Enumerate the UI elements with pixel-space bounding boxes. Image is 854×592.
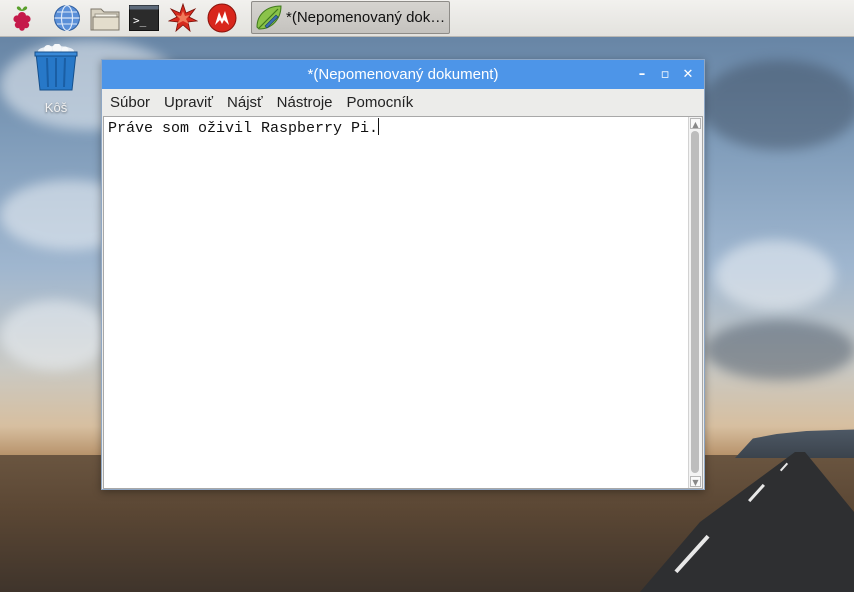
- menu-help[interactable]: Pomocník: [340, 94, 421, 111]
- taskbar-task-label: *(Nepomenovaný dok…: [286, 9, 446, 26]
- menubar: Súbor Upraviť Nájsť Nástroje Pomocník: [102, 89, 704, 116]
- text-editor-window: *(Nepomenovaný dokument) – ▫ ✕ Súbor Upr…: [101, 59, 705, 490]
- taskbar-task-text-editor[interactable]: *(Nepomenovaný dok…: [251, 1, 450, 34]
- desktop-trash-label: Kôš: [44, 100, 68, 115]
- vertical-scrollbar[interactable]: ▲ ▼: [688, 117, 702, 488]
- scroll-down-icon[interactable]: ▼: [690, 476, 701, 487]
- wolfram-icon[interactable]: [207, 3, 237, 33]
- menu-tools[interactable]: Nástroje: [270, 94, 340, 111]
- menu-edit[interactable]: Upraviť: [157, 94, 220, 111]
- raspberry-icon[interactable]: [7, 3, 37, 33]
- menu-find[interactable]: Nájsť: [220, 94, 270, 111]
- file-manager-icon[interactable]: [90, 3, 120, 33]
- window-title: *(Nepomenovaný dokument): [307, 66, 499, 83]
- menu-file[interactable]: Súbor: [102, 94, 157, 111]
- scroll-up-icon[interactable]: ▲: [690, 118, 701, 129]
- web-browser-icon[interactable]: [52, 3, 82, 33]
- taskbar: >_ *(Nepomenovaný dok…: [0, 0, 854, 37]
- text-caret: [378, 118, 380, 135]
- desktop-trash[interactable]: Kôš: [28, 43, 84, 115]
- mathematica-icon[interactable]: [168, 3, 198, 33]
- text-editor-leaf-icon: [254, 3, 284, 33]
- scrollbar-thumb[interactable]: [691, 131, 699, 473]
- editor-content-text: Práve som oživil Raspberry Pi.: [108, 120, 379, 137]
- terminal-icon[interactable]: >_: [129, 3, 159, 33]
- minimize-button[interactable]: –: [632, 65, 652, 85]
- svg-text:>_: >_: [133, 14, 147, 27]
- window-titlebar[interactable]: *(Nepomenovaný dokument) – ▫ ✕: [102, 60, 704, 89]
- close-button[interactable]: ✕: [678, 65, 698, 85]
- editor-content: Práve som oživil Raspberry Pi.: [108, 118, 380, 137]
- maximize-button[interactable]: ▫: [655, 65, 675, 85]
- trash-can-icon: [33, 43, 79, 92]
- text-editor-area[interactable]: Práve som oživil Raspberry Pi. ▲ ▼: [103, 116, 703, 489]
